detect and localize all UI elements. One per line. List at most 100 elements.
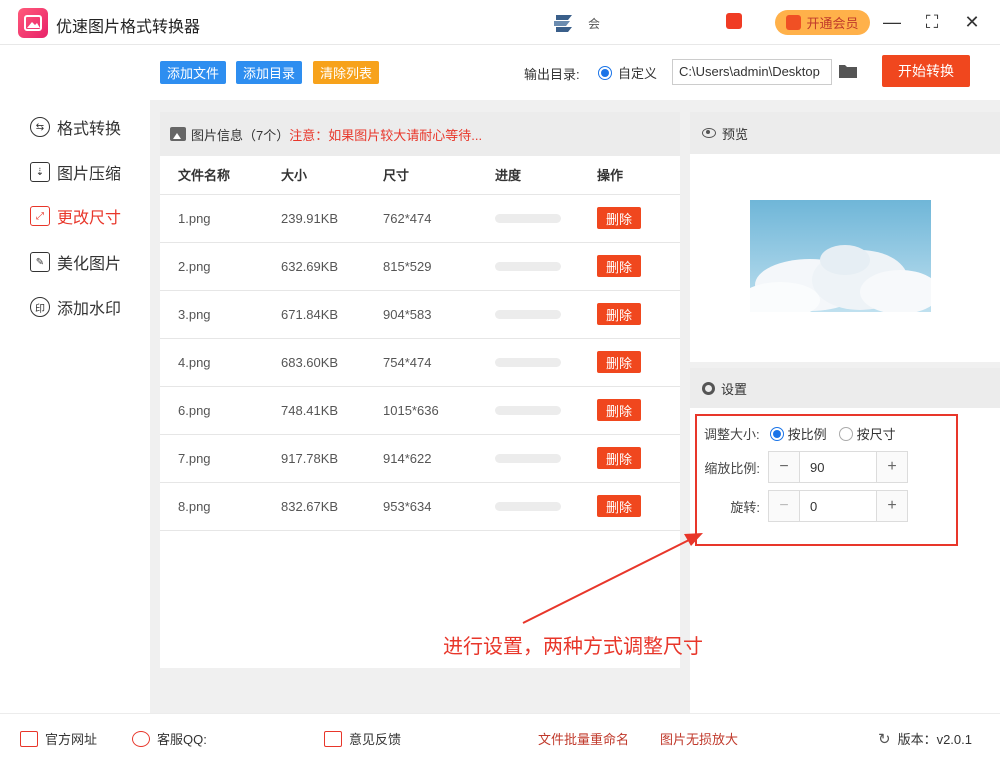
add-folder-button[interactable]: 添加目录: [236, 61, 303, 84]
version-label: 版本：v2.0.1: [897, 732, 972, 747]
user-badge-icon: [726, 13, 742, 29]
image-icon: [170, 127, 186, 141]
delete-button[interactable]: 删除: [597, 447, 641, 469]
sidebar-item-resize[interactable]: ⤢ 更改尺寸: [30, 204, 121, 228]
table-row: 3.png 671.84KB 904*583 删除: [160, 290, 680, 339]
progress-cell: [495, 290, 597, 339]
add-files-button[interactable]: 添加文件: [160, 61, 227, 84]
table-row: 1.png 239.91KB 762*474 删除: [160, 194, 680, 243]
delete-button[interactable]: 删除: [597, 495, 641, 517]
qq-label: 客服QQ:: [157, 732, 207, 747]
file-size: 671.84KB: [281, 290, 383, 339]
version-info[interactable]: ↻ 版本：v2.0.1: [878, 729, 972, 748]
sidebar-item-format-convert[interactable]: ⇆ 格式转换: [30, 115, 121, 139]
output-dir-label: 输出目录:: [524, 67, 580, 82]
output-custom-label: 自定义: [618, 66, 658, 81]
table-row: 7.png 917.78KB 914*622 删除: [160, 434, 680, 483]
sidebar-item-label: 更改尺寸: [57, 210, 122, 227]
progress-cell: [495, 482, 597, 531]
column-header: 操作: [597, 156, 680, 195]
delete-button[interactable]: 删除: [597, 255, 641, 277]
preview-title: 预览: [722, 126, 749, 142]
batch-rename-link[interactable]: 文件批量重命名: [538, 729, 629, 748]
vip-button[interactable]: 开通会员: [775, 10, 870, 35]
action-cell: 删除: [597, 338, 680, 387]
file-list-header: 图片信息（7个） 注意：如果图片较大请耐心等待...: [160, 112, 680, 156]
preview-image: [750, 200, 931, 312]
file-dimensions: 953*634: [383, 482, 495, 531]
annotation-text: 进行设置，两种方式调整尺寸: [443, 636, 703, 658]
file-name: 3.png: [160, 290, 281, 339]
file-size: 748.41KB: [281, 386, 383, 435]
sidebar-item-label: 图片压缩: [57, 166, 122, 183]
vip-badge-icon: [786, 15, 802, 30]
action-cell: 删除: [597, 482, 680, 531]
sidebar-item-label: 格式转换: [57, 121, 122, 138]
feedback-link[interactable]: 意见反馈: [324, 729, 401, 748]
delete-button[interactable]: 删除: [597, 351, 641, 373]
output-path-field[interactable]: C:\Users\admin\Desktop: [672, 59, 832, 85]
delete-button[interactable]: 删除: [597, 399, 641, 421]
column-header: 尺寸: [383, 156, 495, 195]
user-logo-icon: [554, 15, 572, 32]
annotation-highlight-box: [695, 414, 958, 546]
main-area: 添加文件 添加目录 清除列表 输出目录: 自定义 C:\Users\admin\…: [150, 45, 1000, 713]
action-cell: 删除: [597, 290, 680, 339]
sidebar: ⇆ 格式转换 ⇣ 图片压缩 ⤢ 更改尺寸 ✎ 美化图片 印 添加水印: [0, 45, 150, 713]
beautify-icon: ✎: [30, 252, 50, 272]
website-link[interactable]: 官方网址: [20, 729, 97, 748]
column-header: 大小: [281, 156, 383, 195]
progress-cell: [495, 434, 597, 483]
delete-button[interactable]: 删除: [597, 303, 641, 325]
refresh-icon: ↻: [878, 730, 891, 748]
sidebar-item-compress[interactable]: ⇣ 图片压缩: [30, 160, 121, 184]
progress-bar: [495, 309, 561, 319]
action-cell: 删除: [597, 386, 680, 435]
file-name: 7.png: [160, 434, 281, 483]
maximize-button[interactable]: ⛶: [920, 10, 944, 34]
folder-icon[interactable]: [838, 63, 858, 79]
file-dimensions: 754*474: [383, 338, 495, 387]
close-button[interactable]: ✕: [960, 10, 984, 34]
file-count-title: 图片信息（7个）: [191, 127, 290, 143]
progress-cell: [495, 194, 597, 243]
clear-list-button[interactable]: 清除列表: [313, 61, 380, 84]
minimize-button[interactable]: —: [880, 10, 904, 34]
column-header: 进度: [495, 156, 597, 195]
progress-bar: [495, 453, 561, 463]
file-name: 2.png: [160, 242, 281, 291]
delete-button[interactable]: 删除: [597, 207, 641, 229]
lossless-enlarge-link[interactable]: 图片无损放大: [660, 729, 738, 748]
file-name: 6.png: [160, 386, 281, 435]
file-size: 683.60KB: [281, 338, 383, 387]
qq-support-link[interactable]: 客服QQ:: [132, 729, 292, 748]
user-name[interactable]: 会: [588, 15, 600, 32]
file-dimensions: 1015*636: [383, 386, 495, 435]
file-size: 239.91KB: [281, 194, 383, 243]
table-row: 8.png 832.67KB 953*634 删除: [160, 482, 680, 531]
eye-icon: [702, 128, 716, 138]
sidebar-item-label: 美化图片: [57, 256, 122, 273]
app-title: 优速图片格式转换器: [56, 19, 201, 36]
sidebar-item-beautify[interactable]: ✎ 美化图片: [30, 250, 121, 274]
gear-icon: [702, 381, 715, 395]
qq-number-redacted: [213, 731, 292, 746]
progress-bar: [495, 261, 561, 271]
action-cell: 删除: [597, 194, 680, 243]
file-dimensions: 762*474: [383, 194, 495, 243]
table-row: 6.png 748.41KB 1015*636 删除: [160, 386, 680, 435]
file-size: 832.67KB: [281, 482, 383, 531]
file-size: 917.78KB: [281, 434, 383, 483]
progress-bar: [495, 213, 561, 223]
output-custom-radio[interactable]: 自定义: [598, 63, 657, 82]
format-convert-icon: ⇆: [30, 117, 50, 137]
file-name: 8.png: [160, 482, 281, 531]
column-header: 文件名称: [160, 156, 281, 195]
title-bar: 优速图片格式转换器 会 开通会员 — ⛶ ✕: [0, 0, 1000, 45]
start-convert-button[interactable]: 开始转换: [882, 55, 970, 87]
progress-bar: [495, 501, 561, 511]
website-icon: [20, 730, 38, 747]
sidebar-item-watermark[interactable]: 印 添加水印: [30, 295, 121, 319]
watermark-icon: 印: [30, 297, 50, 317]
table-row: 2.png 632.69KB 815*529 删除: [160, 242, 680, 291]
